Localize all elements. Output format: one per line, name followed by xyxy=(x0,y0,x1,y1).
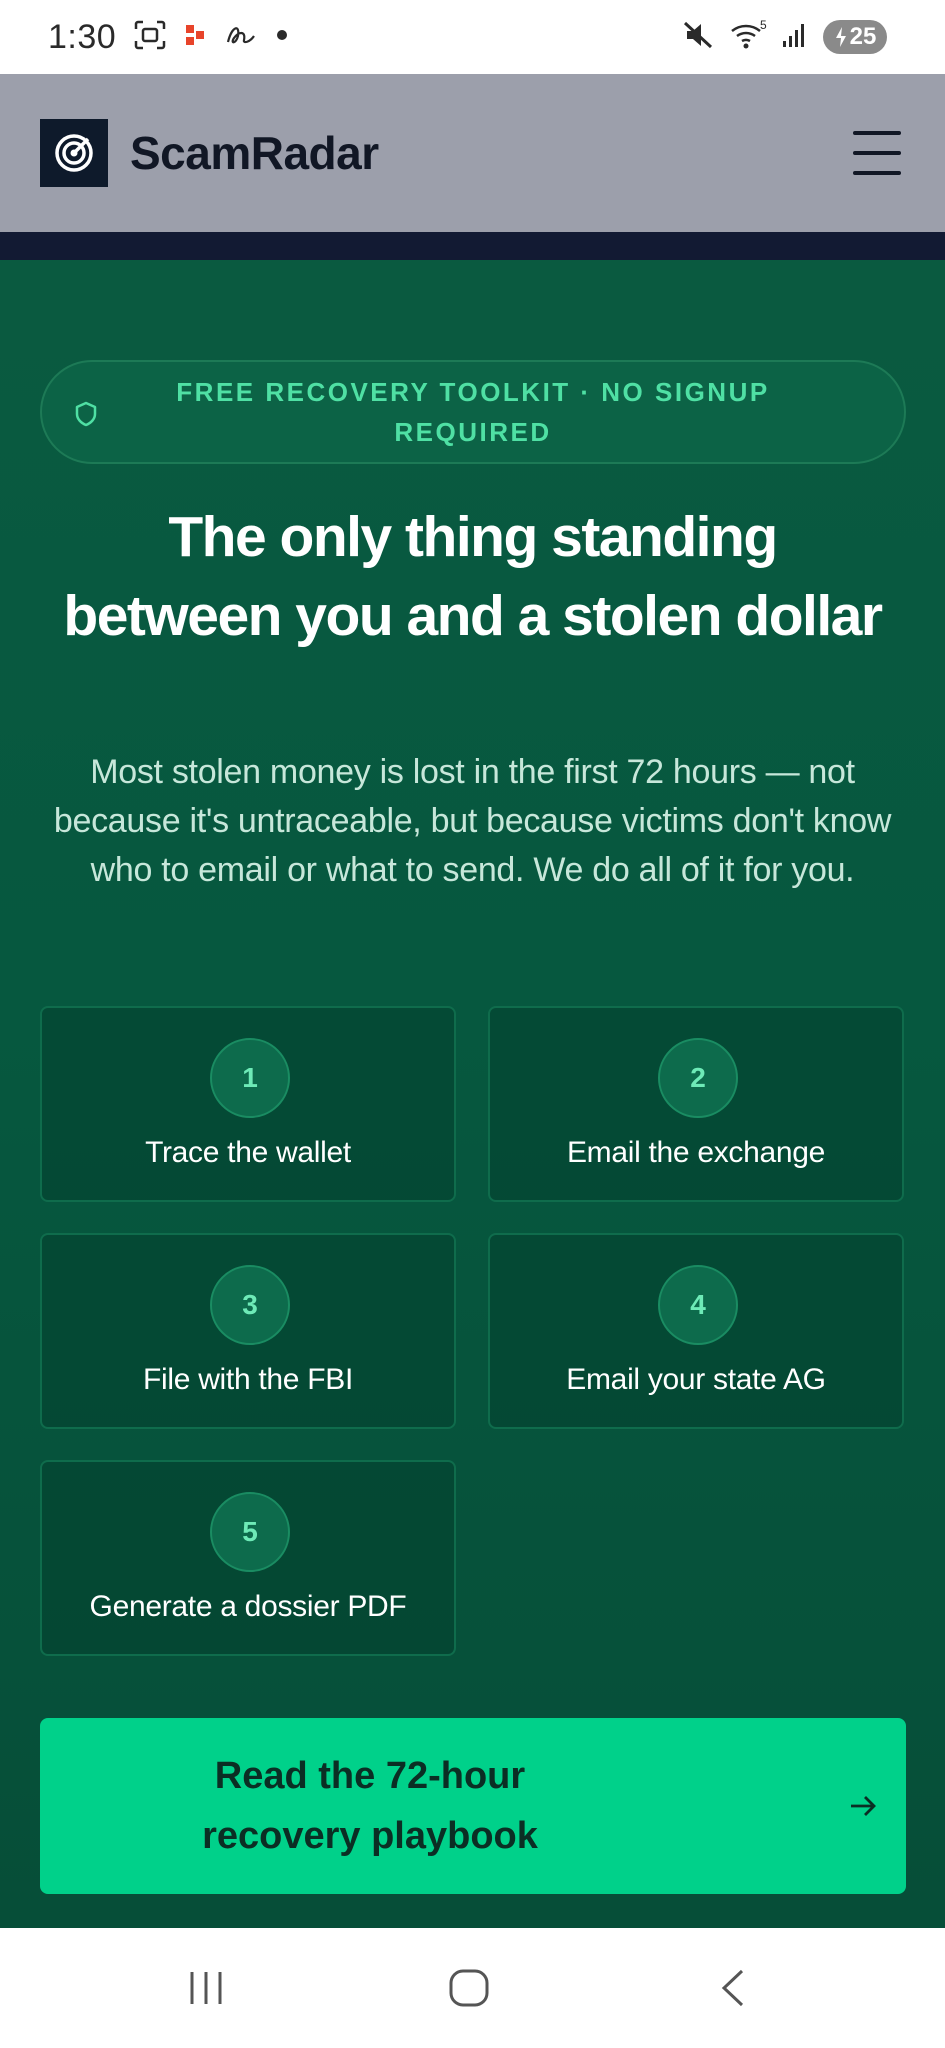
step-card-dossier-pdf[interactable]: 5 Generate a dossier PDF xyxy=(40,1460,456,1656)
step-number: 3 xyxy=(210,1265,290,1345)
recovery-playbook-button[interactable]: Read the 72-hour recovery playbook xyxy=(40,1718,906,1894)
radar-icon xyxy=(40,119,108,187)
shield-icon xyxy=(75,401,97,427)
screenshot-icon xyxy=(134,20,166,55)
status-time: 1:30 xyxy=(48,17,117,56)
signature-icon xyxy=(224,22,258,53)
brand-name: ScamRadar xyxy=(130,127,379,179)
header-divider xyxy=(0,232,945,260)
arrow-right-icon xyxy=(851,1796,876,1816)
svg-text:5: 5 xyxy=(760,19,767,32)
step-number: 4 xyxy=(658,1265,738,1345)
app-notification-icon xyxy=(184,22,206,53)
mute-icon xyxy=(681,19,715,56)
dot-icon xyxy=(276,28,288,46)
recent-apps-icon[interactable] xyxy=(186,1970,226,2006)
step-label: Email your state AG xyxy=(566,1363,826,1396)
wifi-icon: 5 xyxy=(729,18,767,56)
step-card-file-fbi[interactable]: 3 File with the FBI xyxy=(40,1233,456,1429)
back-icon[interactable] xyxy=(718,1968,748,2008)
battery-icon: 25 xyxy=(823,20,887,54)
step-card-email-exchange[interactable]: 2 Email the exchange xyxy=(488,1006,904,1202)
brand-link[interactable]: ScamRadar xyxy=(40,119,379,187)
toolkit-badge: FREE RECOVERY TOOLKIT · NO SIGNUP REQUIR… xyxy=(40,360,906,464)
hero-subtitle: Most stolen money is lost in the first 7… xyxy=(53,753,892,889)
step-label: Generate a dossier PDF xyxy=(89,1590,407,1623)
hamburger-menu-icon[interactable] xyxy=(853,131,901,175)
step-label: Trace the wallet xyxy=(145,1136,351,1169)
step-number: 2 xyxy=(658,1038,738,1118)
step-number: 1 xyxy=(210,1038,290,1118)
step-card-trace-wallet[interactable]: 1 Trace the wallet xyxy=(40,1006,456,1202)
cta-label: Read the 72-hour recovery playbook xyxy=(202,1755,538,1857)
step-label: Email the exchange xyxy=(566,1136,826,1169)
hero-section: FREE RECOVERY TOOLKIT · NO SIGNUP REQUIR… xyxy=(0,260,945,1928)
system-nav-bar xyxy=(0,1928,945,2048)
signal-icon xyxy=(781,21,809,54)
toolkit-badge-text: FREE RECOVERY TOOLKIT · NO SIGNUP REQUIR… xyxy=(176,377,770,447)
step-card-email-state-ag[interactable]: 4 Email your state AG xyxy=(488,1233,904,1429)
app-header: ScamRadar xyxy=(0,74,945,232)
status-left: 1:30 xyxy=(48,18,288,57)
step-label: File with the FBI xyxy=(143,1363,353,1396)
status-right: 5 25 xyxy=(681,18,887,56)
step-number: 5 xyxy=(210,1492,290,1572)
status-bar: 1:30 5 25 xyxy=(0,0,945,74)
battery-level: 25 xyxy=(849,23,877,50)
hero-title: The only thing standing between you and … xyxy=(63,505,883,648)
home-icon[interactable] xyxy=(448,1968,490,2008)
